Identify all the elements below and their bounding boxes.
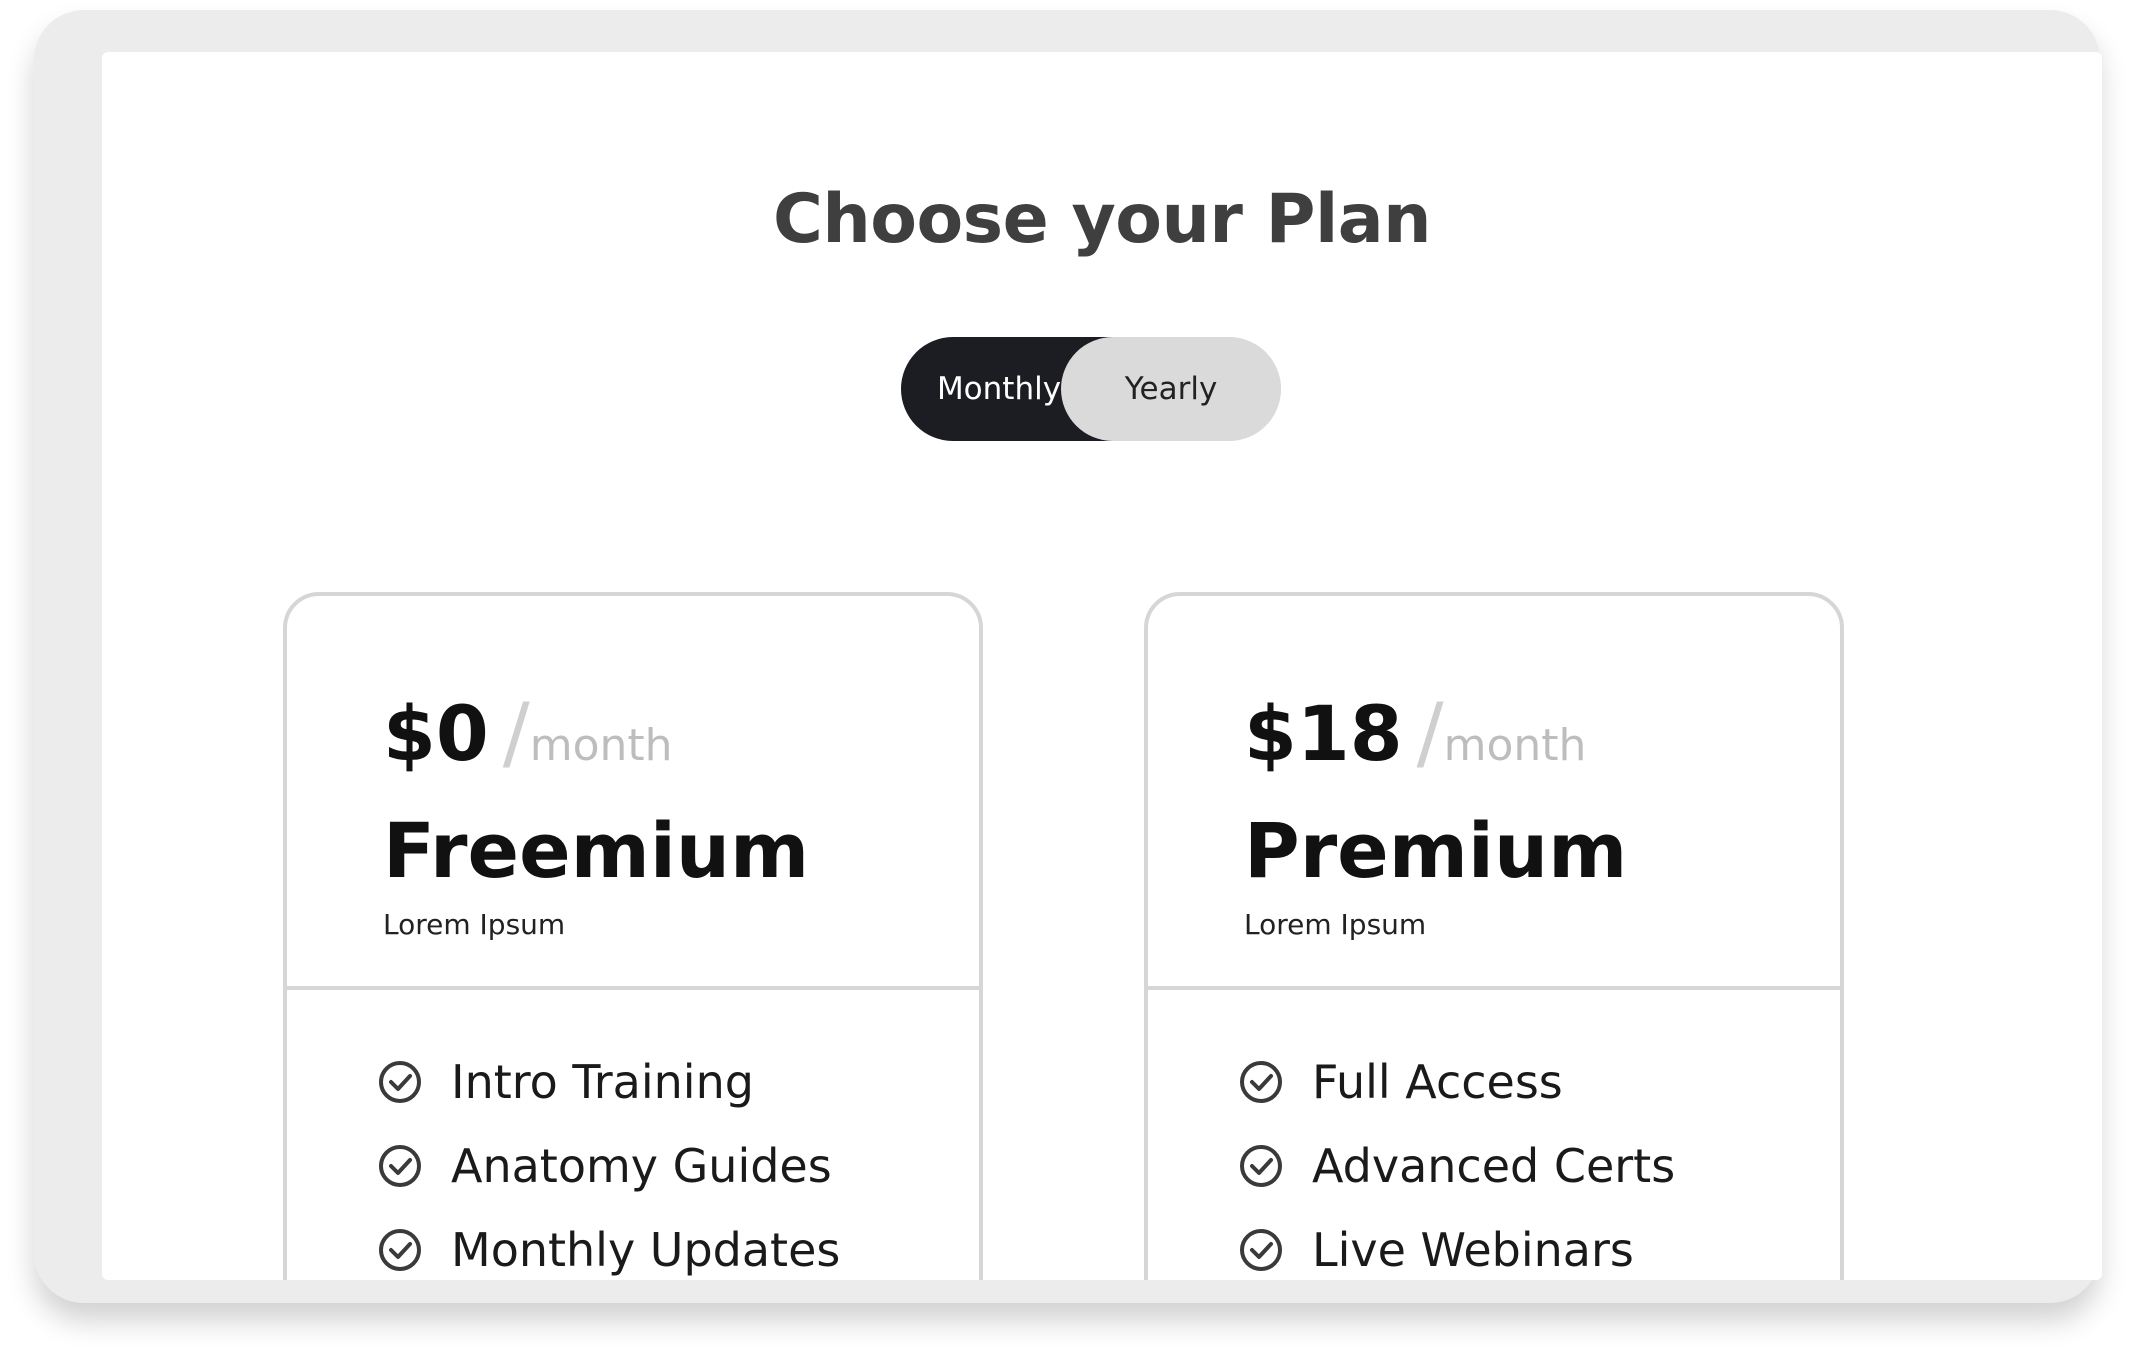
plan-subtitle: Lorem Ipsum	[1244, 908, 1427, 941]
pricing-screen: Choose your Plan Monthly Yearly $0/month…	[102, 52, 2102, 1280]
device-frame: Choose your Plan Monthly Yearly $0/month…	[34, 10, 2102, 1303]
plan-price: $0/month	[383, 686, 673, 779]
feature-label: Advanced Certs	[1312, 1139, 1676, 1193]
feature-item: Anatomy Guides	[377, 1124, 840, 1208]
card-divider	[1148, 986, 1840, 990]
price-amount: $18	[1244, 689, 1403, 778]
check-circle-icon	[1240, 1145, 1282, 1187]
plan-subtitle: Lorem Ipsum	[383, 908, 566, 941]
feature-label: Intro Training	[451, 1055, 754, 1109]
check-circle-icon	[379, 1061, 421, 1103]
feature-label: Full Access	[1312, 1055, 1563, 1109]
feature-label: Live Webinars	[1312, 1223, 1634, 1277]
price-amount: $0	[383, 689, 489, 778]
plan-name: Premium	[1244, 806, 1628, 895]
feature-item: Intro Training	[377, 1040, 840, 1124]
page-title: Choose your Plan	[772, 180, 1432, 259]
feature-label: Anatomy Guides	[451, 1139, 832, 1193]
feature-item: Monthly Updates	[377, 1208, 840, 1280]
check-circle-icon	[379, 1145, 421, 1187]
price-separator: /	[502, 686, 530, 779]
feature-item: Full Access	[1238, 1040, 1675, 1124]
plan-card-freemium[interactable]: $0/month Freemium Lorem Ipsum Intro Trai…	[283, 592, 983, 1280]
plan-card-premium[interactable]: $18/month Premium Lorem Ipsum Full Acces…	[1144, 592, 1844, 1280]
price-period: month	[529, 720, 673, 771]
feature-list: Full Access Advanced Certs Live Webinars	[1238, 1040, 1675, 1280]
plan-price: $18/month	[1244, 686, 1586, 779]
check-circle-icon	[1240, 1229, 1282, 1271]
feature-list: Intro Training Anatomy Guides Monthly Up…	[377, 1040, 840, 1280]
toggle-option-monthly[interactable]: Monthly	[919, 337, 1079, 441]
check-circle-icon	[1240, 1061, 1282, 1103]
price-period: month	[1443, 720, 1587, 771]
card-divider	[287, 986, 979, 990]
price-separator: /	[1416, 686, 1444, 779]
feature-item: Live Webinars	[1238, 1208, 1675, 1280]
toggle-option-yearly[interactable]: Yearly	[1091, 337, 1251, 441]
feature-label: Monthly Updates	[451, 1223, 841, 1277]
feature-item: Advanced Certs	[1238, 1124, 1675, 1208]
billing-period-toggle[interactable]: Monthly Yearly	[901, 337, 1281, 441]
check-circle-icon	[379, 1229, 421, 1271]
plan-name: Freemium	[383, 806, 810, 895]
